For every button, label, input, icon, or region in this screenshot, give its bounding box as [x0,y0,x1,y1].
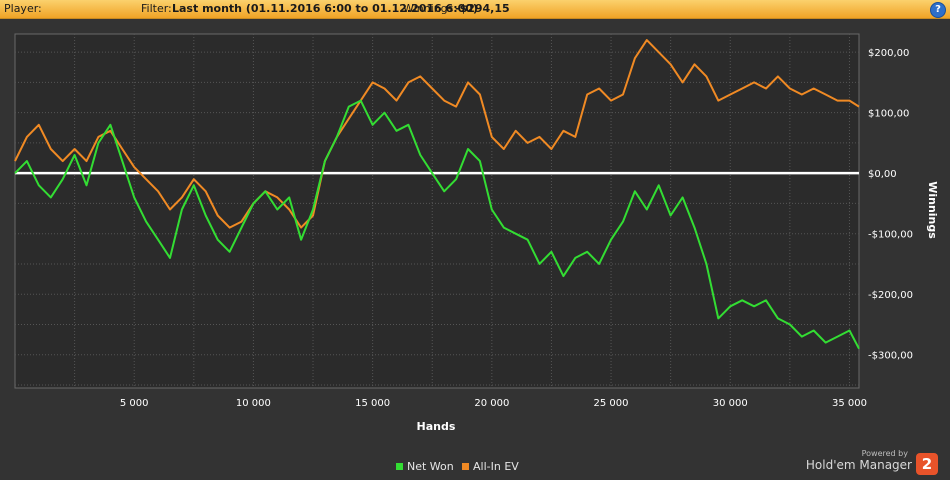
filter-bar: Player: Filter: Last month (01.11.2016 6… [0,0,950,19]
y-tick-label: $200,00 [868,48,909,59]
legend-item-all-in-ev[interactable]: All-In EV [462,460,519,473]
y-tick-label: -$200,00 [868,290,913,301]
winnings-value: -$294,15 [455,2,510,15]
y-tick-label: $100,00 [868,109,909,120]
question-icon[interactable]: ? [930,2,946,18]
y-axis-label: Winnings [926,181,939,239]
x-tick-label: 30 000 [713,398,748,409]
x-tick-label: 25 000 [594,398,629,409]
brand-name: Hold'em Manager [805,458,912,472]
x-tick-label: 35 000 [832,398,867,409]
winnings-chart: 5 000 10 000 15 000 20 000 25 000 30 000 35 00… [14,33,939,433]
legend-item-net-won[interactable]: Net Won [396,460,454,473]
player-label: Player: [4,2,42,15]
legend-label-net-won: Net Won [407,460,454,473]
y-tick-label: -$300,00 [868,351,913,362]
filter-label: Filter: [141,2,172,15]
x-axis-label: Hands [417,420,456,433]
y-tick-label: $0,00 [868,169,897,180]
legend-label-all-in-ev: All-In EV [473,460,519,473]
legend-swatch-all-in-ev [462,463,469,470]
y-tick-label: -$100,00 [868,230,913,241]
hem2-logo: 2 [916,453,938,475]
powered-by-text: Powered by [861,449,908,458]
winnings-label: Winnings: [403,2,458,15]
x-tick-label: 15 000 [355,398,390,409]
x-tick-label: 20 000 [474,398,509,409]
legend-swatch-net-won [396,463,403,470]
x-tick-label: 5 000 [120,398,149,409]
x-tick-label: 10 000 [236,398,271,409]
